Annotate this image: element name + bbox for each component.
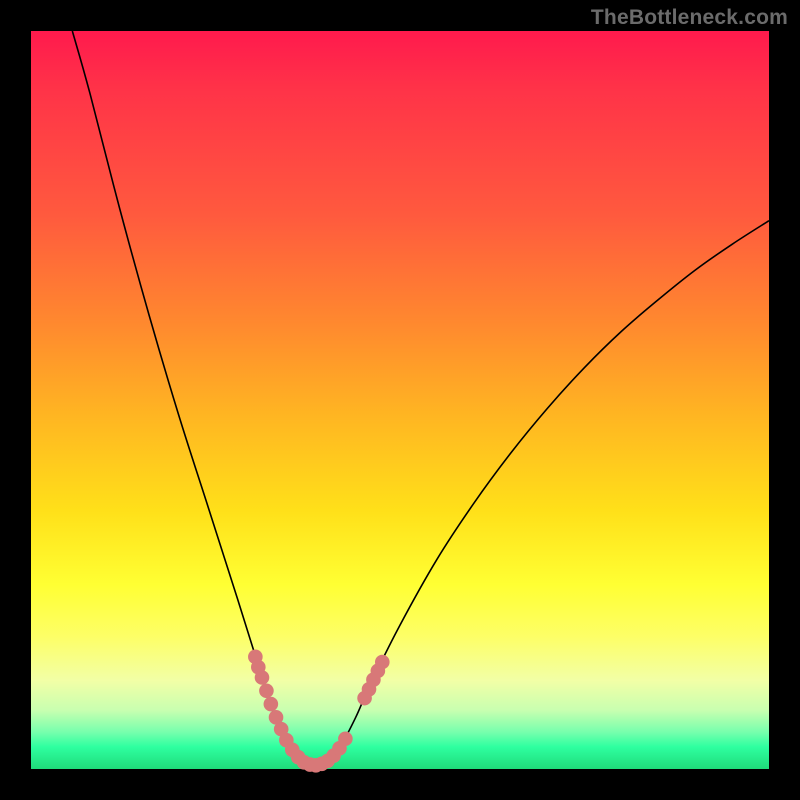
curve-layer bbox=[31, 31, 769, 769]
dot-markers-left bbox=[248, 650, 353, 773]
chart-frame: TheBottleneck.com bbox=[0, 0, 800, 800]
watermark-label: TheBottleneck.com bbox=[591, 6, 788, 30]
dot-marker bbox=[255, 670, 270, 685]
dot-markers-right bbox=[357, 655, 389, 706]
bottleneck-curve bbox=[72, 31, 769, 765]
dot-marker bbox=[338, 731, 353, 746]
dot-marker bbox=[259, 683, 274, 698]
dot-marker bbox=[375, 655, 390, 670]
dot-marker bbox=[264, 697, 279, 712]
